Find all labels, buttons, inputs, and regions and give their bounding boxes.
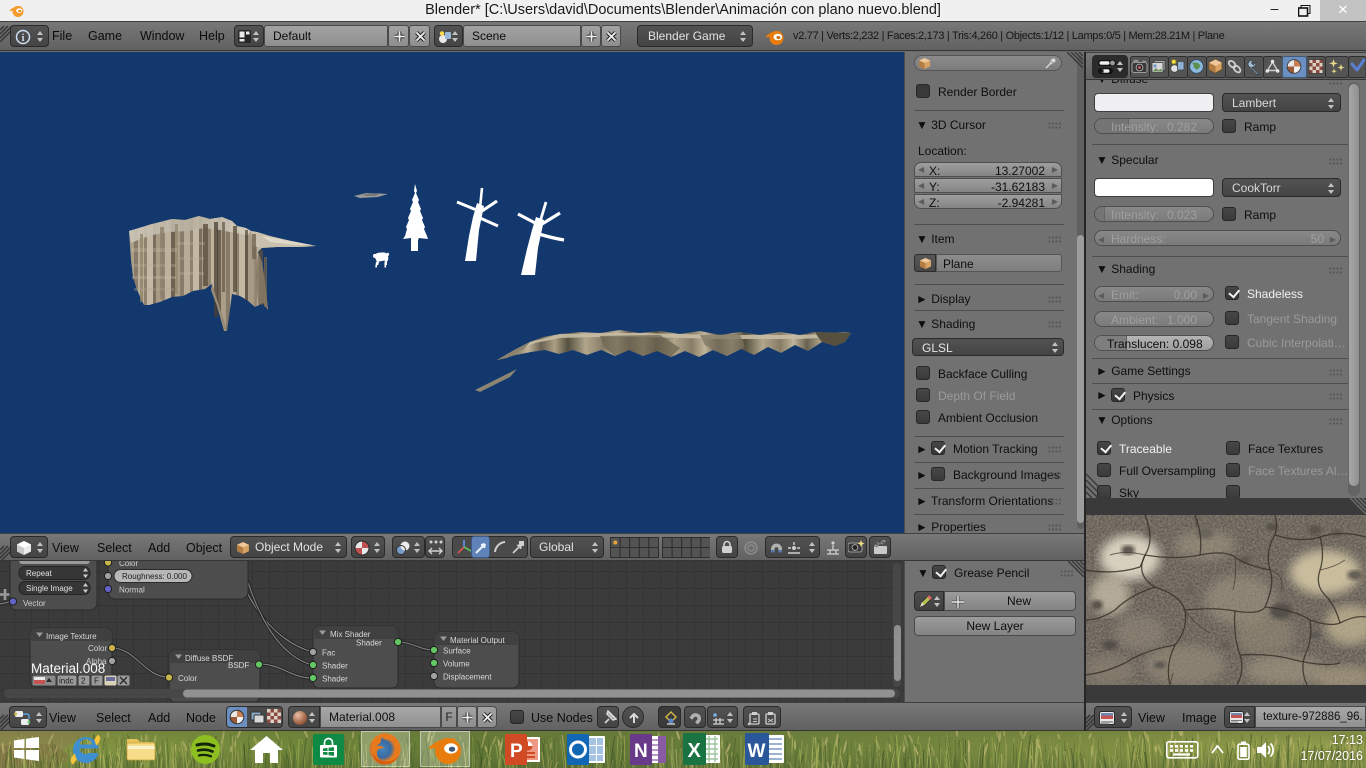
svg-text:Vector: Vector — [23, 599, 46, 608]
svg-text:Volume: Volume — [443, 660, 470, 669]
svg-text:Color: Color — [178, 674, 197, 683]
svg-text:P: P — [510, 741, 523, 762]
svg-text:Color: Color — [88, 644, 107, 653]
svg-text:indc: indc — [59, 677, 74, 686]
svg-text:2: 2 — [81, 677, 86, 686]
svg-text:Image Texture: Image Texture — [46, 632, 97, 641]
svg-text:Diffuse BSDF: Diffuse BSDF — [185, 654, 233, 663]
svg-text:Material.008: Material.008 — [31, 661, 105, 676]
svg-text:Material Output: Material Output — [450, 636, 505, 645]
svg-text:Shader: Shader — [322, 662, 348, 671]
svg-text:Surface: Surface — [443, 647, 471, 656]
svg-text:Shader: Shader — [322, 675, 348, 684]
svg-text:Fac: Fac — [322, 649, 335, 658]
svg-text:N: N — [634, 741, 648, 762]
svg-text:Repeat: Repeat — [26, 569, 53, 578]
svg-text:F: F — [94, 677, 99, 686]
svg-text:Normal: Normal — [119, 586, 145, 595]
svg-text:Displacement: Displacement — [443, 673, 492, 682]
svg-text:Color: Color — [119, 561, 138, 568]
svg-text:BSDF: BSDF — [228, 661, 249, 670]
svg-text:i: i — [22, 33, 25, 44]
svg-text:W: W — [748, 741, 766, 762]
svg-text:Shader: Shader — [356, 639, 382, 648]
svg-text:Roughness: 0.000: Roughness: 0.000 — [122, 572, 187, 581]
svg-text:Single Image: Single Image — [26, 584, 73, 593]
svg-text:X: X — [688, 740, 702, 762]
